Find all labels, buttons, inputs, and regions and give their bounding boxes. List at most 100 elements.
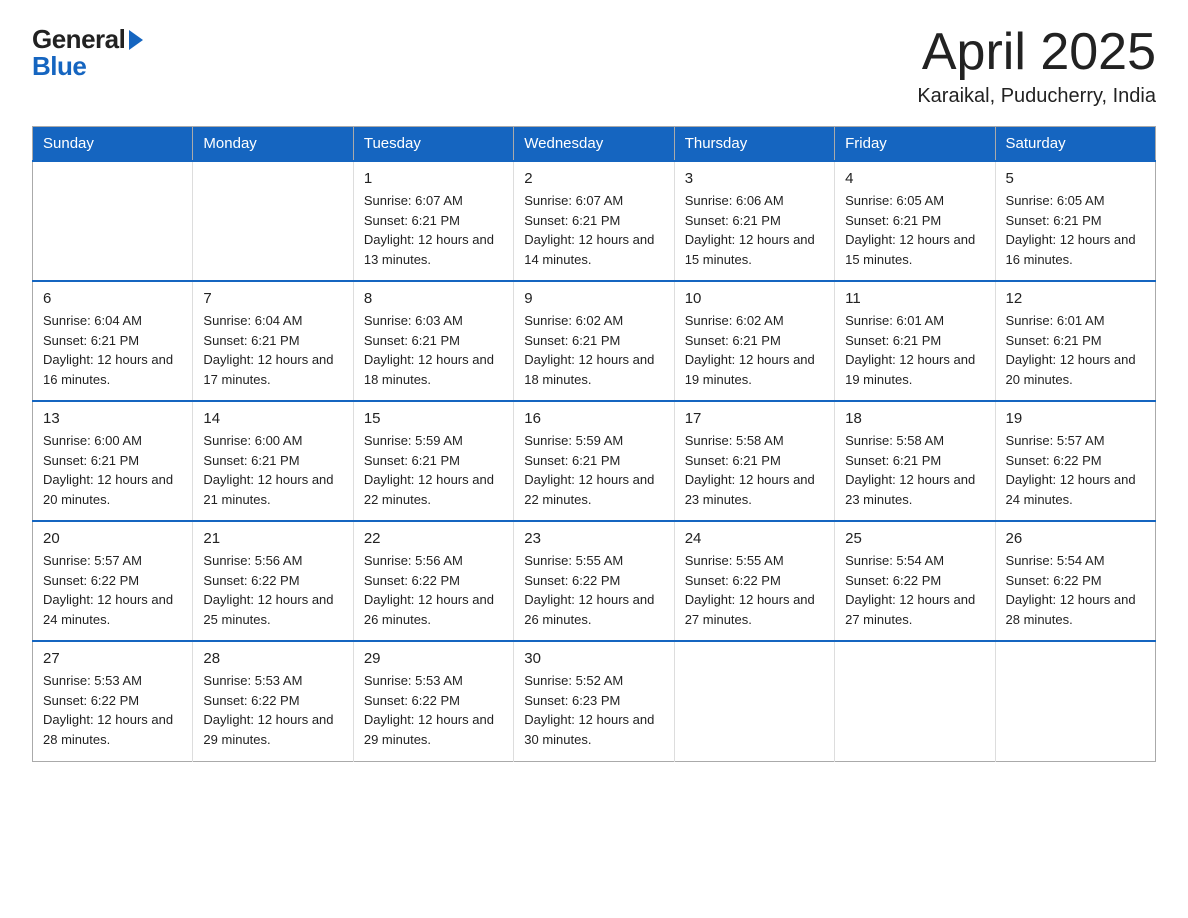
calendar-cell: 4 Sunrise: 6:05 AMSunset: 6:21 PMDaylight… — [835, 161, 995, 281]
calendar-cell: 23 Sunrise: 5:55 AMSunset: 6:22 PMDayligh… — [514, 521, 674, 641]
calendar-cell: 5 Sunrise: 6:05 AMSunset: 6:21 PMDaylight… — [995, 161, 1155, 281]
day-info: Sunrise: 6:05 AMSunset: 6:21 PMDaylight:… — [845, 191, 984, 269]
day-number: 9 — [524, 290, 663, 307]
day-info: Sunrise: 5:57 AMSunset: 6:22 PMDaylight:… — [1006, 431, 1145, 509]
calendar-cell: 6Sunrise: 6:04 AMSunset: 6:21 PMDaylight… — [33, 281, 193, 401]
calendar-cell: 28 Sunrise: 5:53 AMSunset: 6:22 PMDayligh… — [193, 641, 353, 761]
day-info: Sunrise: 5:53 AMSunset: 6:22 PMDaylight:… — [364, 671, 503, 749]
day-info: Sunrise: 5:59 AMSunset: 6:21 PMDaylight:… — [524, 431, 663, 509]
day-info: Sunrise: 5:56 AMSunset: 6:22 PMDaylight:… — [364, 551, 503, 629]
calendar-cell: 15 Sunrise: 5:59 AMSunset: 6:21 PMDayligh… — [353, 401, 513, 521]
day-info: Sunrise: 6:07 AMSunset: 6:21 PMDaylight:… — [364, 191, 503, 269]
day-number: 12 — [1006, 290, 1145, 307]
calendar-cell: 21 Sunrise: 5:56 AMSunset: 6:22 PMDayligh… — [193, 521, 353, 641]
day-info: Sunrise: 5:54 AMSunset: 6:22 PMDaylight:… — [845, 551, 984, 629]
col-sunday: Sunday — [33, 127, 193, 162]
day-info: Sunrise: 5:52 AMSunset: 6:23 PMDaylight:… — [524, 671, 663, 749]
location-title: Karaikal, Puducherry, India — [917, 85, 1156, 108]
calendar-week-row: 27Sunrise: 5:53 AMSunset: 6:22 PMDayligh… — [33, 641, 1156, 761]
day-number: 23 — [524, 530, 663, 547]
day-number: 6 — [43, 290, 182, 307]
day-info: Sunrise: 5:55 AMSunset: 6:22 PMDaylight:… — [524, 551, 663, 629]
day-number: 20 — [43, 530, 182, 547]
calendar-cell: 22 Sunrise: 5:56 AMSunset: 6:22 PMDayligh… — [353, 521, 513, 641]
day-number: 28 — [203, 650, 342, 667]
day-info: Sunrise: 5:53 AMSunset: 6:22 PMDaylight:… — [203, 671, 342, 749]
page-header: General Blue April 2025 Karaikal, Puduch… — [32, 24, 1156, 108]
day-number: 7 — [203, 290, 342, 307]
calendar-cell: 8Sunrise: 6:03 AMSunset: 6:21 PMDaylight… — [353, 281, 513, 401]
calendar-cell: 1 Sunrise: 6:07 AMSunset: 6:21 PMDaylight… — [353, 161, 513, 281]
calendar-cell: 16 Sunrise: 5:59 AMSunset: 6:21 PMDayligh… — [514, 401, 674, 521]
calendar-cell: 24 Sunrise: 5:55 AMSunset: 6:22 PMDayligh… — [674, 521, 834, 641]
calendar-cell — [674, 641, 834, 761]
day-number: 1 — [364, 170, 503, 187]
day-number: 11 — [845, 290, 984, 307]
day-number: 22 — [364, 530, 503, 547]
day-info: Sunrise: 5:53 AMSunset: 6:22 PMDaylight:… — [43, 671, 182, 749]
calendar-cell: 19 Sunrise: 5:57 AMSunset: 6:22 PMDayligh… — [995, 401, 1155, 521]
day-number: 15 — [364, 410, 503, 427]
calendar-cell: 27Sunrise: 5:53 AMSunset: 6:22 PMDayligh… — [33, 641, 193, 761]
calendar-cell: 14 Sunrise: 6:00 AMSunset: 6:21 PMDayligh… — [193, 401, 353, 521]
calendar-cell — [33, 161, 193, 281]
calendar-cell — [835, 641, 995, 761]
day-info: Sunrise: 5:57 AMSunset: 6:22 PMDaylight:… — [43, 551, 182, 629]
day-number: 4 — [845, 170, 984, 187]
calendar-cell: 11 Sunrise: 6:01 AMSunset: 6:21 PMDayligh… — [835, 281, 995, 401]
calendar-cell: 2Sunrise: 6:07 AMSunset: 6:21 PMDaylight… — [514, 161, 674, 281]
calendar-cell: 9 Sunrise: 6:02 AMSunset: 6:21 PMDaylight… — [514, 281, 674, 401]
calendar-cell: 12 Sunrise: 6:01 AMSunset: 6:21 PMDayligh… — [995, 281, 1155, 401]
calendar-header: Sunday Monday Tuesday Wednesday Thursday… — [33, 127, 1156, 162]
day-info: Sunrise: 6:00 AMSunset: 6:21 PMDaylight:… — [43, 431, 182, 509]
day-info: Sunrise: 5:56 AMSunset: 6:22 PMDaylight:… — [203, 551, 342, 629]
days-of-week-row: Sunday Monday Tuesday Wednesday Thursday… — [33, 127, 1156, 162]
calendar-cell: 17Sunrise: 5:58 AMSunset: 6:21 PMDayligh… — [674, 401, 834, 521]
day-number: 2 — [524, 170, 663, 187]
day-info: Sunrise: 6:01 AMSunset: 6:21 PMDaylight:… — [845, 311, 984, 389]
day-info: Sunrise: 6:02 AMSunset: 6:21 PMDaylight:… — [685, 311, 824, 389]
calendar-table: Sunday Monday Tuesday Wednesday Thursday… — [32, 126, 1156, 762]
day-info: Sunrise: 6:01 AMSunset: 6:21 PMDaylight:… — [1006, 311, 1145, 389]
logo-blue-text: Blue — [32, 51, 86, 82]
day-number: 10 — [685, 290, 824, 307]
title-area: April 2025 Karaikal, Puducherry, India — [917, 24, 1156, 108]
day-number: 19 — [1006, 410, 1145, 427]
col-tuesday: Tuesday — [353, 127, 513, 162]
calendar-cell: 13 Sunrise: 6:00 AMSunset: 6:21 PMDayligh… — [33, 401, 193, 521]
calendar-week-row: 13 Sunrise: 6:00 AMSunset: 6:21 PMDayligh… — [33, 401, 1156, 521]
calendar-body: 1 Sunrise: 6:07 AMSunset: 6:21 PMDaylight… — [33, 161, 1156, 761]
day-info: Sunrise: 6:00 AMSunset: 6:21 PMDaylight:… — [203, 431, 342, 509]
day-number: 18 — [845, 410, 984, 427]
day-number: 29 — [364, 650, 503, 667]
col-monday: Monday — [193, 127, 353, 162]
calendar-cell: 3 Sunrise: 6:06 AMSunset: 6:21 PMDaylight… — [674, 161, 834, 281]
day-info: Sunrise: 6:05 AMSunset: 6:21 PMDaylight:… — [1006, 191, 1145, 269]
calendar-cell: 18 Sunrise: 5:58 AMSunset: 6:21 PMDayligh… — [835, 401, 995, 521]
day-number: 24 — [685, 530, 824, 547]
calendar-cell: 29 Sunrise: 5:53 AMSunset: 6:22 PMDayligh… — [353, 641, 513, 761]
calendar-week-row: 20 Sunrise: 5:57 AMSunset: 6:22 PMDayligh… — [33, 521, 1156, 641]
day-info: Sunrise: 6:06 AMSunset: 6:21 PMDaylight:… — [685, 191, 824, 269]
col-saturday: Saturday — [995, 127, 1155, 162]
calendar-cell: 30Sunrise: 5:52 AMSunset: 6:23 PMDayligh… — [514, 641, 674, 761]
day-number: 21 — [203, 530, 342, 547]
calendar-cell: 7Sunrise: 6:04 AMSunset: 6:21 PMDaylight… — [193, 281, 353, 401]
day-info: Sunrise: 5:55 AMSunset: 6:22 PMDaylight:… — [685, 551, 824, 629]
day-number: 3 — [685, 170, 824, 187]
day-number: 25 — [845, 530, 984, 547]
day-info: Sunrise: 6:02 AMSunset: 6:21 PMDaylight:… — [524, 311, 663, 389]
calendar-cell — [193, 161, 353, 281]
day-info: Sunrise: 5:59 AMSunset: 6:21 PMDaylight:… — [364, 431, 503, 509]
day-number: 17 — [685, 410, 824, 427]
day-info: Sunrise: 6:03 AMSunset: 6:21 PMDaylight:… — [364, 311, 503, 389]
day-number: 5 — [1006, 170, 1145, 187]
calendar-cell: 10 Sunrise: 6:02 AMSunset: 6:21 PMDayligh… — [674, 281, 834, 401]
day-info: Sunrise: 5:58 AMSunset: 6:21 PMDaylight:… — [845, 431, 984, 509]
day-number: 13 — [43, 410, 182, 427]
day-number: 14 — [203, 410, 342, 427]
day-number: 26 — [1006, 530, 1145, 547]
col-wednesday: Wednesday — [514, 127, 674, 162]
day-number: 16 — [524, 410, 663, 427]
calendar-week-row: 6Sunrise: 6:04 AMSunset: 6:21 PMDaylight… — [33, 281, 1156, 401]
